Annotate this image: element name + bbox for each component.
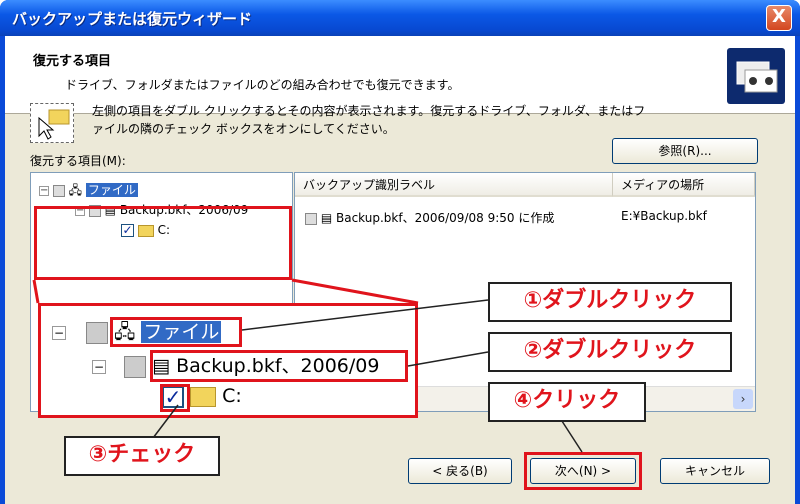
column-header-location[interactable]: メディアの場所 [613,173,755,197]
list-label: Backup.bkf、2006/09/08 9:50 に作成 [336,211,555,225]
tree-checkbox[interactable] [52,184,65,197]
close-button[interactable]: X [766,5,792,31]
browse-button[interactable]: 参照(R)... [612,138,758,164]
page-title: 復元する項目 [33,54,112,69]
list-item[interactable]: ▤ Backup.bkf、2006/09/08 9:50 に作成 [305,209,554,226]
list-location: E:¥Backup.bkf [621,209,707,223]
backup-file-icon: ▤ [320,211,333,225]
callout-check: ③チェック [64,436,220,476]
annotation-tree-highlight [34,206,292,280]
page-subtitle: ドライブ、フォルダまたはファイルのどの組み合わせでも復元できます。 [65,78,460,92]
instructions-text: 左側の項目をダブル クリックするとその内容が表示されます。復元するドライブ、フォ… [92,104,646,136]
scroll-right-icon[interactable]: › [733,389,753,409]
help-cursor-icon [30,103,74,143]
list-checkbox[interactable] [305,212,317,225]
next-button[interactable]: 次へ(N) > [530,458,636,484]
title-bar: バックアップまたは復元ウィザード X [0,0,800,36]
cancel-button[interactable]: キャンセル [660,458,770,484]
tree-item-file[interactable]: − 🖧 ファイル [39,181,138,199]
callout-double-click-2: ②ダブルクリック [488,332,732,372]
tree-label-file: ファイル [85,183,138,197]
window-title: バックアップまたは復元ウィザード [12,10,253,28]
annotation-file-highlight [110,317,242,347]
back-button[interactable]: < 戻る(B) [408,458,512,484]
items-label: 復元する項目(M): [30,154,126,168]
callout-click: ④クリック [488,382,646,422]
restore-wizard-icon [727,48,785,104]
callout-double-click-1: ①ダブルクリック [488,282,732,322]
annotation-check-highlight [160,384,190,412]
column-header-label[interactable]: バックアップ識別ラベル [295,173,613,197]
annotation-backup-highlight [150,350,408,382]
collapse-icon[interactable]: − [39,185,49,196]
file-group-icon: 🖧 [68,183,83,197]
